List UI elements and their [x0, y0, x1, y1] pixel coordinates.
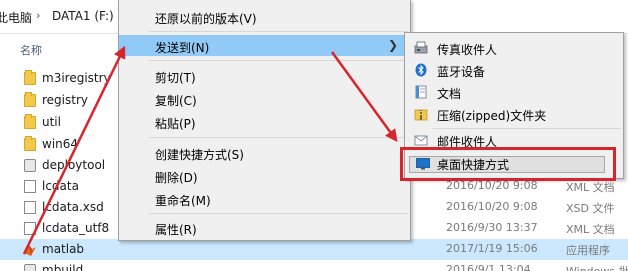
file-row-mbuild[interactable]: mbuild 2016/9/1 13:04 Windows 批: [0, 260, 628, 271]
file-name: util: [42, 115, 61, 129]
menu-item-properties[interactable]: 属性(R): [119, 217, 410, 238]
document-icon: [24, 201, 36, 214]
file-date: 2016/9/30 13:37: [446, 221, 538, 234]
file-name: mbuild: [42, 263, 84, 271]
submenu-item-zip[interactable]: 压缩(zipped)文件夹: [405, 103, 623, 125]
folder-icon: [24, 70, 36, 85]
menu-item-label: 发送到(N): [155, 41, 210, 55]
file-date: 2017/1/19 15:06: [446, 242, 538, 255]
file-row-matlab[interactable]: matlab 2017/1/19 15:06 应用程序: [0, 239, 628, 260]
submenu-item-documents[interactable]: 文档: [405, 81, 623, 103]
submenu-item-fax[interactable]: 传真收件人: [405, 37, 623, 59]
menu-separator: [149, 137, 408, 138]
file-type: XSD 文件: [566, 202, 615, 215]
mail-icon: [414, 135, 428, 146]
file-name: deploytool: [42, 158, 106, 172]
file-type: XML 文档: [566, 223, 615, 236]
document-icon: [24, 180, 36, 193]
file-name: lcdata.xsd: [42, 200, 104, 214]
menu-item-cut[interactable]: 剪切(T): [119, 65, 410, 86]
submenu-item-label: 桌面快捷方式: [437, 158, 510, 172]
submenu-item-bluetooth[interactable]: 蓝牙设备: [405, 59, 623, 81]
batch-file-icon: [24, 264, 36, 271]
folder-icon: [24, 136, 36, 151]
menu-item-label: 剪切(T): [155, 71, 196, 85]
file-type: XML 文档: [566, 181, 615, 194]
zip-folder-icon: [414, 109, 428, 121]
documents-icon: [415, 85, 427, 99]
menu-separator: [149, 60, 408, 61]
menu-item-copy[interactable]: 复制(C): [119, 88, 410, 109]
file-type: Windows 批: [566, 263, 628, 271]
menu-item-send-to[interactable]: 发送到(N) ❯: [119, 35, 410, 56]
document-icon: [24, 222, 36, 235]
matlab-icon: [24, 245, 36, 256]
chevron-right-icon: ❯: [387, 38, 398, 52]
submenu-item-label: 压缩(zipped)文件夹: [437, 109, 547, 123]
breadcrumb-separator-icon: ›: [36, 9, 41, 22]
folder-icon: [24, 92, 36, 107]
breadcrumb-this-pc[interactable]: 此电脑: [0, 9, 32, 26]
file-name: lcdata: [42, 179, 79, 193]
breadcrumb-drive[interactable]: DATA1 (F:): [52, 9, 114, 23]
file-name: lcdata_utf8: [42, 221, 110, 235]
bluetooth-icon: [415, 63, 427, 77]
menu-item-paste[interactable]: 粘贴(P): [119, 111, 410, 132]
menu-item-delete[interactable]: 删除(D): [119, 165, 410, 186]
submenu-item-label: 蓝牙设备: [437, 65, 486, 79]
submenu-item-desktop-shortcut[interactable]: 桌面快捷方式: [400, 147, 616, 181]
menu-item-label: 删除(D): [155, 171, 198, 185]
desktop-icon: [416, 158, 430, 170]
file-name: m3iregistry: [42, 71, 111, 85]
file-type: 应用程序: [566, 244, 610, 257]
folder-icon: [24, 114, 36, 129]
menu-item-rename[interactable]: 重命名(M): [119, 188, 410, 209]
menu-item-create-shortcut[interactable]: 创建快捷方式(S): [119, 142, 410, 163]
fax-icon: [414, 41, 428, 54]
menu-item-label: 粘贴(P): [155, 117, 196, 131]
context-menu: 还原以前的版本(V) 发送到(N) ❯ 剪切(T) 复制(C) 粘贴(P) 创建…: [118, 0, 411, 241]
menu-separator: [149, 31, 408, 32]
menu-item-label: 复制(C): [155, 94, 197, 108]
menu-item-label: 创建快捷方式(S): [155, 148, 244, 162]
file-date: 2016/9/1 13:04: [446, 263, 531, 271]
file-name: matlab: [42, 242, 85, 256]
menu-item-label: 还原以前的版本(V): [155, 12, 257, 26]
column-header-name[interactable]: 名称: [20, 42, 42, 58]
file-name: registry: [42, 93, 88, 107]
file-name: win64: [42, 137, 79, 151]
menu-item-label: 属性(R): [155, 223, 197, 237]
menu-item-label: 重命名(M): [155, 194, 211, 208]
submenu-item-label: 文档: [437, 87, 462, 101]
application-icon: [24, 159, 36, 172]
menu-separator: [149, 213, 408, 214]
file-date: 2016/10/20 9:08: [446, 200, 538, 213]
submenu-item-label: 传真收件人: [437, 43, 498, 57]
menu-item-restore-previous[interactable]: 还原以前的版本(V): [119, 6, 410, 27]
